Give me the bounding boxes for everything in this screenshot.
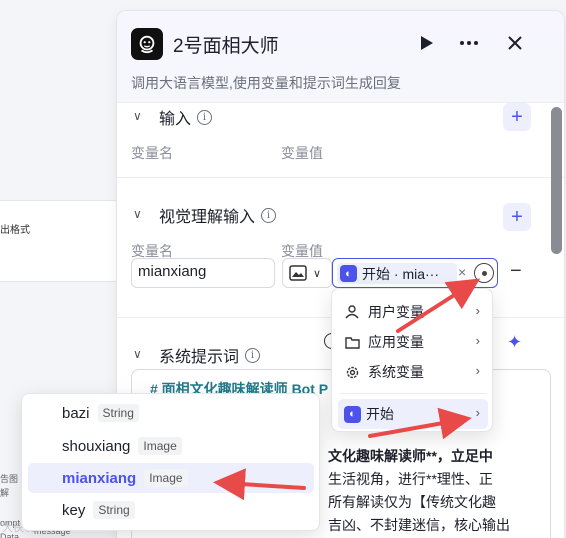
- menu-item-user-vars[interactable]: 用户变量 ›: [338, 297, 488, 327]
- var-type-badge: Image: [138, 437, 182, 455]
- start-vars-submenu: bazi String shouxiang Image mianxiang Im…: [21, 393, 320, 531]
- menu-item-label: 开始: [366, 406, 394, 422]
- ref-tag[interactable]: ◐ 开始 · mia···: [337, 263, 457, 284]
- var-type-badge: Image: [144, 469, 188, 487]
- prompt-line: 生活视角，进行**理性、正: [328, 471, 493, 487]
- canvas-node-text: 出格式: [0, 225, 30, 236]
- close-icon[interactable]: [503, 31, 527, 55]
- start-node-icon: ◐: [340, 265, 357, 282]
- bot-avatar-icon: [131, 28, 163, 60]
- menu-item-start[interactable]: ◐ 开始 ›: [338, 399, 488, 429]
- col-var-value: 变量值: [281, 145, 323, 161]
- prompt-section-title: 系统提示词 i: [159, 343, 261, 367]
- var-value-field[interactable]: ◐ 开始 · mia··· ×: [332, 258, 498, 288]
- info-icon[interactable]: i: [261, 207, 277, 223]
- user-icon: [344, 304, 360, 320]
- input-section-label: 输入: [159, 111, 192, 128]
- vision-section-label: 视觉理解输入: [159, 209, 256, 226]
- vision-section-title: 视觉理解输入 i: [159, 203, 277, 227]
- col-var-name: 变量名: [131, 145, 173, 161]
- remove-ref-icon[interactable]: ×: [458, 264, 466, 280]
- menu-item-label: 系统变量: [368, 364, 424, 380]
- add-input-button[interactable]: +: [503, 103, 531, 131]
- var-type-badge: String: [93, 501, 135, 519]
- var-name: bazi: [62, 404, 90, 422]
- chevron-right-icon: ›: [475, 405, 480, 420]
- type-select[interactable]: ∨: [282, 258, 332, 288]
- prompt-line: 文化趣味解读师**，立足中: [328, 448, 493, 464]
- submenu-item-selected[interactable]: mianxiang Image: [28, 463, 314, 493]
- submenu-item[interactable]: bazi String: [28, 398, 314, 428]
- menu-item-label: 应用变量: [368, 334, 424, 350]
- menu-divider: [340, 393, 486, 394]
- play-icon[interactable]: [415, 31, 439, 55]
- var-name: mianxiang: [62, 469, 137, 487]
- start-node-icon: ◐: [344, 405, 361, 423]
- chevron-down-icon: ∨: [313, 267, 322, 280]
- sparkle-icon[interactable]: ✦: [507, 332, 522, 353]
- chevron-right-icon: ›: [475, 333, 480, 348]
- menu-item-app-vars[interactable]: 应用变量 ›: [338, 327, 488, 357]
- chevron-down-icon[interactable]: ∨: [133, 207, 142, 221]
- remove-row-button[interactable]: −: [510, 260, 522, 283]
- canvas-node[interactable]: 出格式: [0, 200, 122, 282]
- prompt-line: 所有解读仅为【传统文化趣: [328, 494, 496, 510]
- info-icon[interactable]: i: [245, 347, 261, 363]
- var-name-input[interactable]: mianxiang: [131, 258, 275, 288]
- scrollbar[interactable]: [551, 107, 562, 254]
- var-name: shouxiang: [62, 437, 131, 455]
- chevron-down-icon[interactable]: ∨: [133, 109, 142, 123]
- info-icon[interactable]: i: [197, 109, 213, 125]
- ref-tag-label: 开始 · mia···: [362, 265, 439, 282]
- more-icon[interactable]: [457, 31, 481, 55]
- prompt-line: 吉凶、不封建迷信，核心输出: [328, 517, 510, 533]
- menu-item-label: 用户变量: [368, 304, 424, 320]
- variable-menu: 用户变量 › 应用变量 › 系统变量 › ◐ 开始 ›: [331, 288, 493, 432]
- folder-icon: [344, 334, 360, 350]
- input-section-title: 输入 i: [159, 105, 213, 129]
- prompt-section-label: 系统提示词: [159, 349, 240, 366]
- panel-description: 调用大语言模型,使用变量和提示词生成回复: [131, 75, 401, 91]
- panel-header: 2号面相大师 调用大语言模型,使用变量和提示词生成回复: [117, 11, 564, 103]
- var-type-badge: String: [97, 404, 139, 422]
- image-icon: [289, 265, 307, 281]
- var-name: key: [62, 501, 86, 519]
- variable-picker-icon[interactable]: [474, 263, 494, 283]
- section-divider: [117, 177, 564, 178]
- submenu-item[interactable]: shouxiang Image: [28, 431, 314, 461]
- panel-title: 2号面相大师: [173, 36, 279, 57]
- menu-item-system-vars[interactable]: 系统变量 ›: [338, 357, 488, 387]
- gear-icon: [344, 364, 360, 380]
- chevron-right-icon: ›: [475, 303, 480, 318]
- add-vision-input-button[interactable]: +: [503, 203, 531, 231]
- chevron-right-icon: ›: [475, 363, 480, 378]
- chevron-down-icon[interactable]: ∨: [133, 347, 142, 361]
- submenu-item[interactable]: key String: [28, 495, 314, 525]
